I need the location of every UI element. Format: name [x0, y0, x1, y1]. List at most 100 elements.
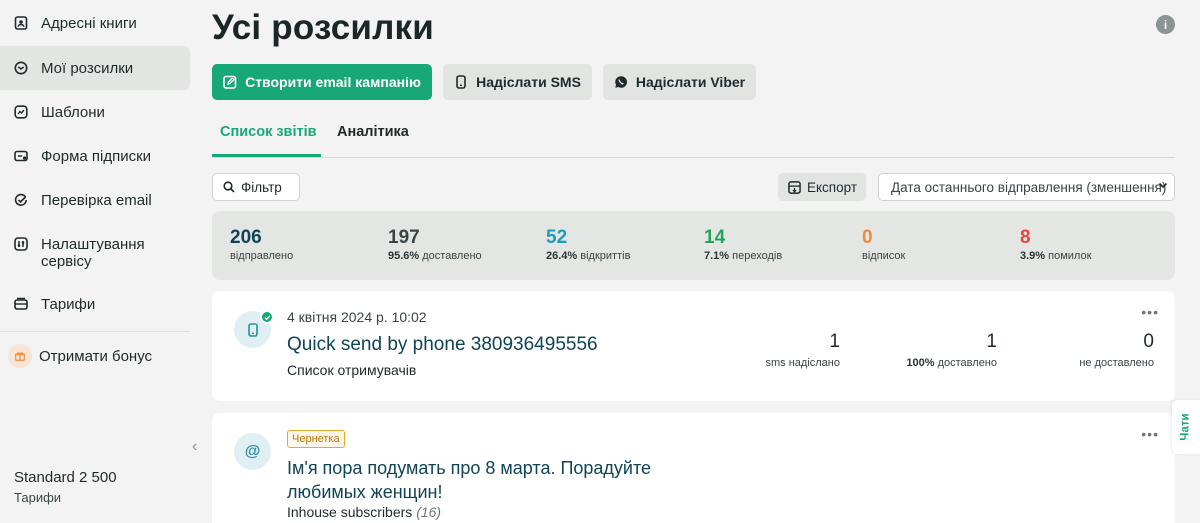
metric-not-delivered: 0 не доставлено: [1079, 331, 1154, 369]
stat-label: переходів: [732, 250, 783, 262]
metric-value: 0: [1143, 331, 1154, 352]
sidebar-item-get-bonus[interactable]: Отримати бонус: [0, 334, 190, 378]
sidebar: Адресні книги Мої розсилки Шаблони Форма…: [0, 0, 200, 523]
metric-label: доставлено: [937, 357, 997, 369]
tabs-divider: [212, 157, 1175, 158]
phone-icon: [456, 75, 466, 89]
metric-delivered: 1 100% доставлено: [906, 331, 997, 369]
main-content: Усі розсилки i Створити email кампанію Н…: [212, 0, 1176, 523]
sidebar-divider: [0, 331, 190, 332]
stat-value: 52: [546, 227, 568, 248]
filter-label: Фільтр: [241, 179, 282, 195]
send-sms-button[interactable]: Надіслати SMS: [443, 64, 592, 100]
campaign-title[interactable]: Quick send by phone 380936495556: [287, 333, 598, 356]
stat-value: 14: [704, 227, 726, 248]
sort-select[interactable]: Дата останнього відправлення (зменшення): [878, 173, 1175, 201]
send-viber-label: Надіслати Viber: [635, 74, 746, 90]
stat-value: 197: [388, 227, 420, 248]
send-viber-button[interactable]: Надіслати Viber: [603, 64, 756, 100]
address-book-icon: [14, 16, 28, 30]
sidebar-item-label: Отримати бонус: [39, 347, 153, 365]
stat-value: 206: [230, 227, 262, 248]
stat-sent: 206 відправлено: [230, 227, 294, 263]
more-options-icon[interactable]: •••: [1141, 304, 1159, 320]
sidebar-item-label: Налаштування сервісу: [41, 236, 145, 270]
email-campaign-icon: @: [234, 433, 271, 470]
metric-percent: 100%: [906, 357, 935, 369]
sidebar-item-tariffs[interactable]: Тарифи: [0, 282, 190, 326]
sidebar-item-label: Шаблони: [41, 103, 105, 121]
chats-tab[interactable]: Чати: [1172, 400, 1200, 454]
stat-value: 0: [862, 227, 873, 248]
sidebar-item-subscribe-form[interactable]: Форма підписки: [0, 134, 190, 178]
campaign-title[interactable]: Ім'я пора подумать про 8 марта. Порадуйт…: [287, 456, 707, 504]
sidebar-item-templates[interactable]: Шаблони: [0, 90, 190, 134]
stat-percent: 3.9%: [1020, 250, 1046, 262]
stat-opens: 52 26.4% відкриттів: [546, 227, 631, 263]
stats-summary: 206 відправлено 197 95.6% доставлено 52 …: [212, 211, 1175, 280]
stat-label: відправлено: [230, 250, 294, 262]
stat-label: відкриттів: [580, 250, 631, 262]
campaign-card[interactable]: 4 квітня 2024 р. 10:02 Quick send by pho…: [212, 291, 1175, 401]
metric-label: не доставлено: [1079, 357, 1154, 369]
info-icon[interactable]: i: [1156, 15, 1175, 34]
campaign-recipients: Inhouse subscribers (16): [287, 504, 441, 520]
export-icon: [788, 180, 801, 194]
stat-errors: 8 3.9% помилок: [1020, 227, 1092, 263]
create-email-campaign-label: Створити email кампанію: [245, 74, 421, 90]
stat-label: доставлено: [422, 250, 482, 262]
export-label: Експорт: [807, 179, 858, 195]
gift-icon: [8, 344, 32, 368]
metric-value: 1: [986, 331, 997, 352]
sidebar-item-label: Мої розсилки: [41, 59, 134, 77]
filter-button[interactable]: Фільтр: [212, 173, 300, 201]
email-check-icon: [14, 193, 28, 207]
stat-percent: 95.6%: [388, 250, 420, 262]
sidebar-item-address-books[interactable]: Адресні книги: [0, 1, 190, 45]
campaign-recipients: Список отримувачів: [287, 362, 417, 378]
stat-unsubscribes: 0 відписок: [862, 227, 906, 263]
sidebar-item-my-campaigns[interactable]: Мої розсилки: [0, 46, 190, 90]
tab-analytics[interactable]: Аналітика: [337, 124, 409, 140]
stat-clicks: 14 7.1% переходів: [704, 227, 783, 263]
stat-label: помилок: [1048, 250, 1092, 262]
campaign-card[interactable]: @ Чернетка Ім'я пора подумать про 8 март…: [212, 413, 1175, 523]
create-email-campaign-button[interactable]: Створити email кампанію: [212, 64, 432, 100]
metric-value: 1: [829, 331, 840, 352]
collapse-sidebar-icon[interactable]: ‹: [192, 438, 197, 456]
metric-label: sms надіслано: [765, 357, 840, 369]
more-options-icon[interactable]: •••: [1141, 426, 1159, 442]
draft-badge: Чернетка: [287, 430, 345, 448]
send-sms-label: Надіслати SMS: [476, 74, 581, 90]
metric-sms-sent: 1 sms надіслано: [765, 331, 840, 369]
stat-value: 8: [1020, 227, 1031, 248]
sidebar-item-email-check[interactable]: Перевірка email: [0, 178, 190, 222]
export-button[interactable]: Експорт: [778, 173, 866, 201]
recipients-count: (16): [416, 504, 442, 520]
check-icon: [260, 310, 274, 324]
chats-tab-label: Чати: [1180, 413, 1192, 441]
campaigns-icon: [14, 61, 28, 75]
edit-icon: [223, 75, 237, 89]
sidebar-item-service-settings[interactable]: Налаштування сервісу: [0, 227, 190, 279]
settings-icon: [14, 237, 28, 251]
stat-percent: 7.1%: [704, 250, 730, 262]
viber-icon: [615, 76, 627, 88]
stat-percent: 26.4%: [546, 250, 578, 262]
subscribe-form-icon: [14, 149, 28, 163]
sidebar-item-label: Перевірка email: [41, 191, 152, 209]
stat-delivered: 197 95.6% доставлено: [388, 227, 482, 263]
plan-tariffs-link[interactable]: Тарифи: [14, 490, 61, 505]
sidebar-item-label: Адресні книги: [41, 14, 137, 32]
tariffs-icon: [14, 297, 28, 311]
page-title: Усі розсилки: [212, 8, 434, 47]
campaign-date: 4 квітня 2024 р. 10:02: [287, 309, 427, 325]
recipients-name: Inhouse subscribers: [287, 504, 413, 520]
sidebar-item-label: Тарифи: [41, 295, 96, 313]
stat-label: відписок: [862, 250, 906, 262]
chevron-down-icon: [1158, 180, 1168, 193]
plan-name: Standard 2 500: [14, 469, 117, 486]
tab-reports-list[interactable]: Список звітів: [220, 124, 317, 140]
sort-value: Дата останнього відправлення (зменшення): [891, 179, 1167, 195]
templates-icon: [14, 105, 28, 119]
